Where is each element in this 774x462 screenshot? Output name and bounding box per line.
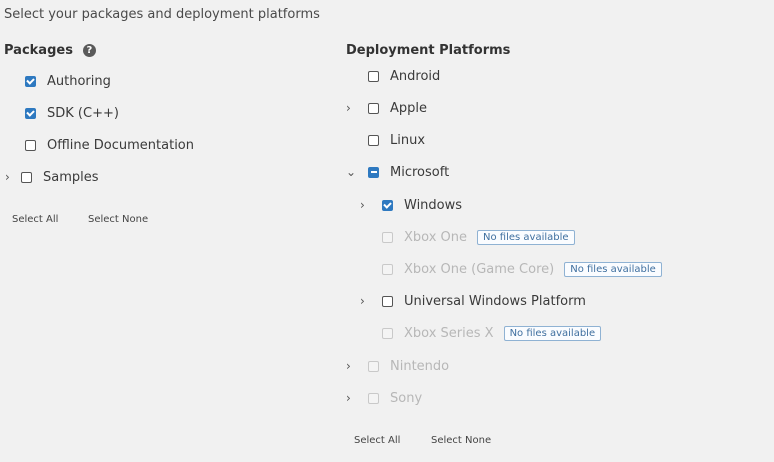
chevron-down-icon[interactable]: ⌄ [346,165,368,179]
checkbox-partial-icon[interactable] [368,166,379,178]
checkbox-unchecked-icon[interactable] [368,134,379,146]
platform-label: Sony [390,390,423,406]
checkbox-disabled-icon [382,231,393,243]
checkbox-disabled-icon [368,360,379,372]
platform-item-nintendo[interactable]: › Nintendo [346,355,449,377]
package-label: Samples [43,169,99,185]
platform-item-sony[interactable]: › Sony [346,387,422,409]
checkbox-disabled-icon [382,327,393,339]
platform-item-xbox-series-x: Xbox Series X No files available [382,322,602,344]
chevron-right-icon[interactable]: › [360,198,382,212]
chevron-right-icon[interactable]: › [346,359,368,373]
platform-label: Universal Windows Platform [404,293,586,309]
checkbox-checked-icon[interactable] [25,75,36,87]
checkbox-checked-icon[interactable] [25,107,36,119]
help-icon[interactable]: ? [82,44,96,57]
checkbox-checked-icon[interactable] [382,199,393,211]
checkbox-unchecked-icon[interactable] [368,102,379,114]
checkbox-disabled-icon [368,392,379,404]
platform-item-microsoft[interactable]: ⌄ Microsoft [346,161,449,183]
platform-item-linux[interactable]: Linux [368,129,425,151]
no-files-badge: No files available [503,325,602,341]
platforms-title: Deployment Platforms [346,43,510,58]
platform-label: Xbox Series X [404,325,494,341]
package-label: Authoring [47,73,111,89]
package-item-samples[interactable]: › Samples [5,166,99,188]
platform-label: Linux [390,132,426,148]
platform-item-uwp[interactable]: › Universal Windows Platform [360,290,586,312]
package-label: SDK (C++) [47,105,119,121]
platform-label: Nintendo [390,358,450,374]
packages-title-text: Packages [4,43,73,58]
packages-select-all-button[interactable]: Select All [12,214,58,225]
platform-label: Apple [390,100,428,116]
checkbox-unchecked-icon[interactable] [25,139,36,151]
platform-item-apple[interactable]: › Apple [346,97,427,119]
platform-item-xbox-one-game-core: Xbox One (Game Core) No files available [382,258,662,280]
platforms-select-none-button[interactable]: Select None [431,435,491,446]
platform-label: Android [390,68,441,84]
platform-item-windows[interactable]: › Windows [360,194,462,216]
checkbox-unchecked-icon[interactable] [382,295,393,307]
chevron-right-icon[interactable]: › [346,101,368,115]
page-heading: Select your packages and deployment plat… [4,7,320,22]
checkbox-unchecked-icon[interactable] [21,171,32,183]
platform-label: Xbox One (Game Core) [404,261,555,277]
platforms-select-all-button[interactable]: Select All [354,435,400,446]
packages-title: Packages ? [4,43,96,58]
platform-item-android[interactable]: Android [368,65,440,87]
platform-item-xbox-one: Xbox One No files available [382,226,575,248]
platforms-title-text: Deployment Platforms [346,43,511,58]
package-item-sdk[interactable]: SDK (C++) [25,102,119,124]
package-item-offline-documentation[interactable]: Offline Documentation [25,134,194,156]
package-item-authoring[interactable]: Authoring [25,70,111,92]
package-label: Offline Documentation [47,137,194,153]
no-files-badge: No files available [477,229,575,245]
platform-label: Xbox One [404,229,468,245]
platform-label: Windows [404,197,463,213]
chevron-right-icon[interactable]: › [346,391,368,405]
chevron-right-icon[interactable]: › [5,170,21,184]
checkbox-unchecked-icon[interactable] [368,70,379,82]
packages-select-none-button[interactable]: Select None [88,214,148,225]
no-files-badge: No files available [564,261,662,277]
chevron-right-icon[interactable]: › [360,294,382,308]
checkbox-disabled-icon [382,263,393,275]
platform-label: Microsoft [390,164,450,180]
